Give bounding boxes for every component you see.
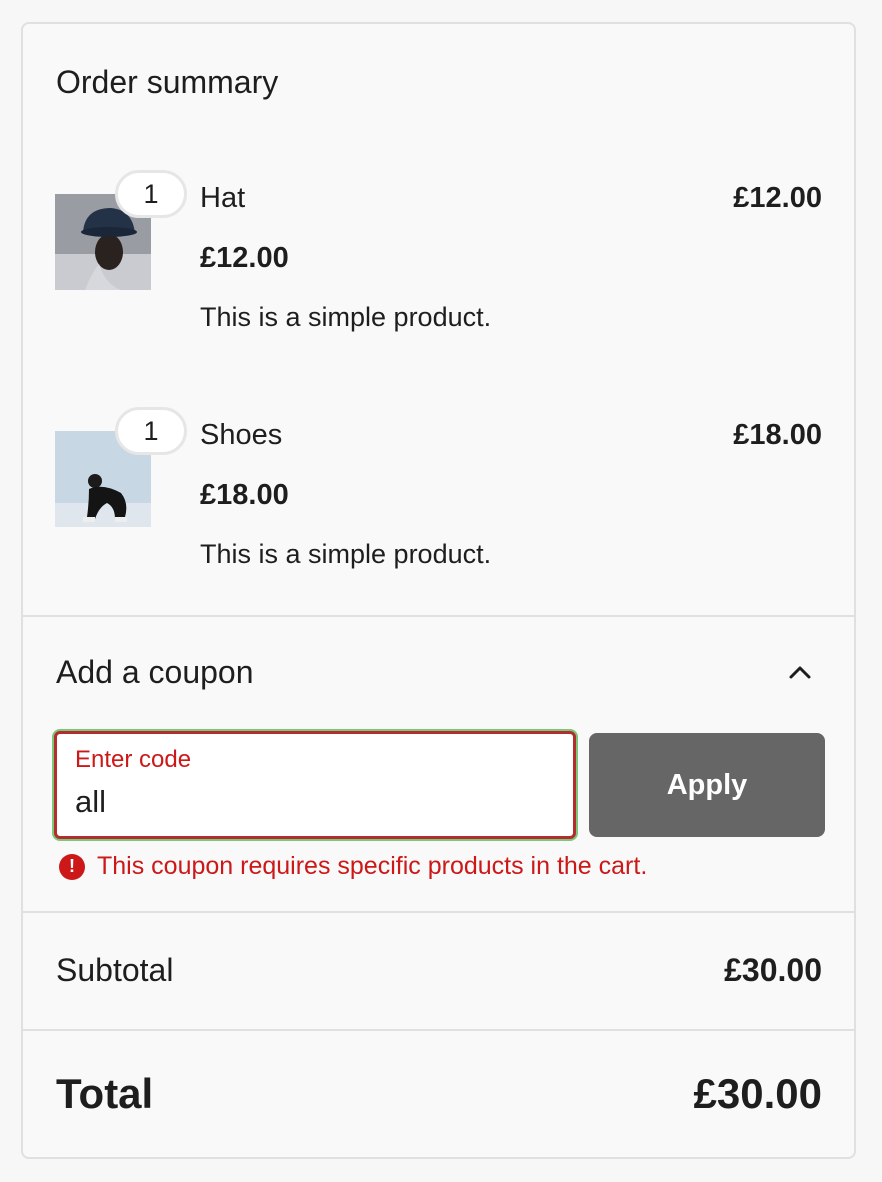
shoes-description: This is a simple product. (200, 539, 492, 569)
hat-description: This is a simple product. (200, 302, 492, 332)
hat-line-total: £12.00 (733, 182, 822, 214)
apply-coupon-button[interactable]: Apply (589, 733, 825, 837)
order-summary-title: Order summary (56, 64, 279, 100)
coupon-code-label: Enter code (75, 746, 192, 773)
total-label: Total (56, 1070, 154, 1117)
total-value: £30.00 (693, 1070, 822, 1117)
coupon-code-value[interactable]: all (75, 784, 106, 820)
coupon-code-input[interactable]: Enter code all (54, 731, 576, 839)
divider (23, 1029, 854, 1031)
order-summary-panel: Order summary 1 Hat £12.00 £12.00 This i… (21, 22, 856, 1159)
shoes-name: Shoes (200, 419, 283, 451)
coupon-error-message: This coupon requires specific products i… (97, 852, 648, 880)
error-icon: ! (59, 853, 85, 880)
hat-unit-price: £12.00 (200, 242, 289, 274)
shoes-unit-price: £18.00 (200, 479, 289, 511)
shoes-quantity-badge: 1 (115, 407, 187, 455)
coupon-toggle-label[interactable]: Add a coupon (56, 654, 254, 691)
divider (23, 615, 854, 617)
coupon-error: ! This coupon requires specific products… (59, 852, 647, 881)
shoes-line-total: £18.00 (733, 419, 822, 451)
chevron-up-icon[interactable] (788, 664, 812, 680)
subtotal-label: Subtotal (56, 952, 174, 988)
cart-item-shoes: 1 Shoes £18.00 £18.00 This is a simple p… (23, 401, 854, 581)
divider (23, 911, 854, 913)
cart-item-hat: 1 Hat £12.00 £12.00 This is a simple pro… (23, 164, 854, 344)
hat-quantity-badge: 1 (115, 170, 187, 218)
hat-name: Hat (200, 182, 246, 214)
subtotal-value: £30.00 (724, 952, 822, 988)
